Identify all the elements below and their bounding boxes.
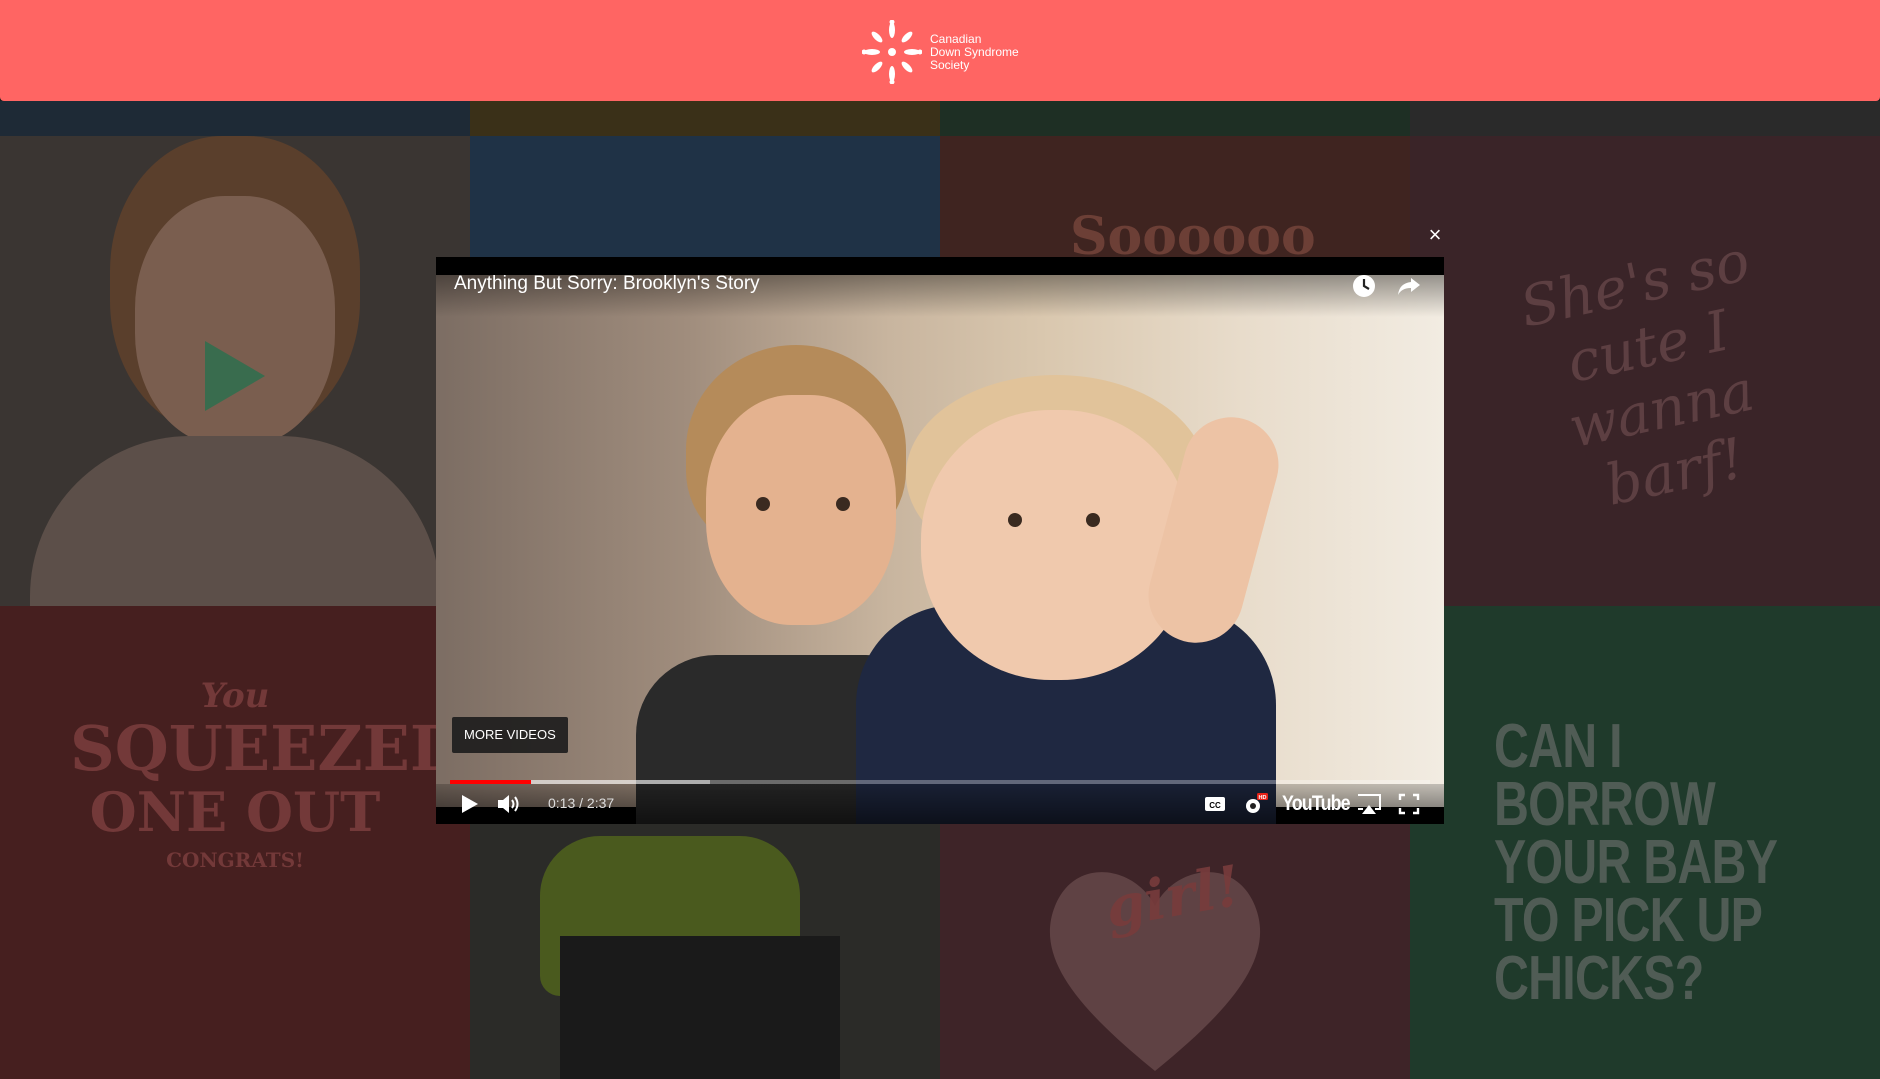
time-display: 0:13 / 2:37 <box>548 795 615 811</box>
close-modal-button[interactable]: × <box>1424 224 1446 246</box>
squeezed-text-congrats: CONGRATS! <box>166 848 304 872</box>
cute-tile[interactable]: She's so cute I wanna barf! <box>1410 136 1880 606</box>
control-bar: 0:13 / 2:37 CC HD YouTube <box>436 784 1444 824</box>
frame-eye <box>756 497 770 511</box>
brand-line-3: Society <box>930 57 970 72</box>
gear-icon[interactable]: HD <box>1242 792 1268 816</box>
snowflake-icon <box>862 20 922 84</box>
squeezed-text-out: ONE OUT <box>89 780 381 844</box>
cute-tile-text: She's so cute I wanna barf! <box>1514 228 1760 519</box>
strip-tile <box>940 101 1410 136</box>
frame-eye <box>1086 513 1100 527</box>
borrow-tile[interactable]: CAN I BORROW YOUR BABY TO PICK UP CHICKS… <box>1410 606 1880 1079</box>
brand-line-2: Down Syndrome <box>930 44 1019 59</box>
play-icon[interactable] <box>460 792 480 816</box>
borrow-tile-text: CAN I BORROW YOUR BABY TO PICK UP CHICKS… <box>1494 712 1777 1013</box>
tile-photo-body <box>30 436 440 606</box>
frame-boy-face <box>706 395 896 625</box>
video-player[interactable]: Anything But Sorry: Brooklyn's Story MOR… <box>436 257 1444 824</box>
squeezed-tile[interactable]: You SQUEEZED ONE OUT CONGRATS! <box>0 606 470 1079</box>
more-videos-button[interactable]: MORE VIDEOS <box>452 717 568 753</box>
site-logo[interactable]: Canadian Down Syndrome Society <box>862 20 1019 84</box>
youtube-logo[interactable]: YouTube <box>1282 792 1351 816</box>
frame-eye <box>836 497 850 511</box>
brand-line-1: Canadian <box>930 31 982 46</box>
strip-tile <box>0 101 470 136</box>
tile-photo-stroller <box>560 936 840 1079</box>
video-title-bar: Anything But Sorry: Brooklyn's Story <box>436 257 1444 317</box>
airplay-icon[interactable] <box>1356 792 1382 816</box>
volume-icon[interactable] <box>496 792 522 816</box>
site-header: Canadian Down Syndrome Society <box>0 0 1880 101</box>
play-icon <box>205 341 265 411</box>
frame-eye <box>1008 513 1022 527</box>
fullscreen-icon[interactable] <box>1398 792 1420 816</box>
svg-text:CC: CC <box>1209 801 1221 810</box>
share-icon[interactable] <box>1396 273 1422 299</box>
hd-badge: HD <box>1259 795 1267 801</box>
strip-tile <box>470 101 940 136</box>
video-title[interactable]: Anything But Sorry: Brooklyn's Story <box>454 273 760 295</box>
video-frame[interactable] <box>436 275 1444 824</box>
strip-tile <box>1410 101 1880 136</box>
video-tile-woman[interactable] <box>0 136 470 606</box>
squeezed-artwork: You SQUEEZED ONE OUT CONGRATS! <box>70 676 464 872</box>
squeezed-text-main: SQUEEZED <box>70 712 464 785</box>
frame-baby-face <box>921 410 1191 680</box>
clock-icon[interactable] <box>1351 273 1377 299</box>
brand-name: Canadian Down Syndrome Society <box>930 31 1019 72</box>
squeezed-text-you: You <box>200 676 270 716</box>
cc-icon[interactable]: CC <box>1203 792 1227 816</box>
